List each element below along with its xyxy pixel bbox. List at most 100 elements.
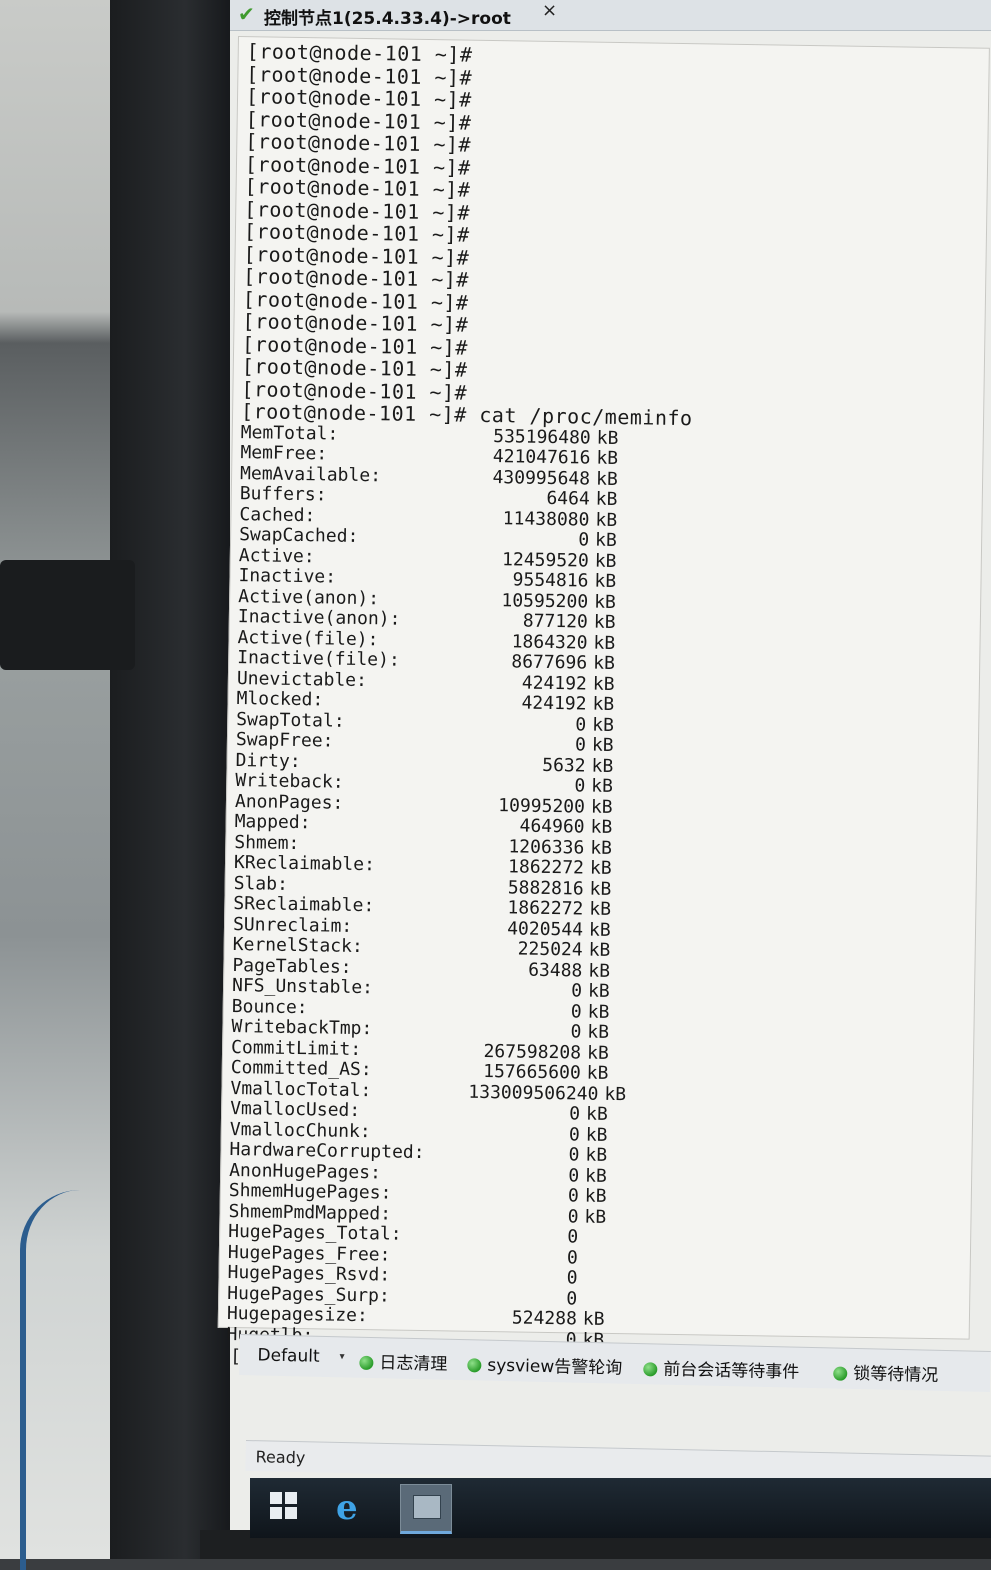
monitor-bezel (110, 0, 235, 1559)
meminfo-unit: kB (594, 550, 617, 572)
toolbar-button-session-wait[interactable]: 前台会话等待事件 (643, 1354, 800, 1383)
meminfo-unit: kB (592, 714, 615, 736)
meminfo-unit: kB (595, 488, 618, 511)
terminal-app-taskbar-icon[interactable] (400, 1484, 452, 1534)
meminfo-key: Mapped: (234, 811, 311, 834)
close-tab-icon[interactable]: × (542, 0, 557, 21)
meminfo-value: 11438080 (502, 507, 590, 531)
chevron-down-icon[interactable]: ▾ (339, 1351, 344, 1362)
cable (20, 1190, 86, 1570)
meminfo-value: 0 (574, 734, 587, 756)
meminfo-unit: kB (590, 796, 613, 818)
meminfo-value: 1862272 (507, 897, 584, 920)
meminfo-unit: kB (592, 693, 615, 715)
meminfo-unit: kB (588, 960, 611, 982)
meminfo-unit: kB (593, 632, 616, 654)
meminfo-value: 0 (578, 529, 590, 551)
internet-explorer-icon[interactable]: e (336, 1488, 358, 1528)
meminfo-key: SwapCached: (239, 524, 359, 547)
meminfo-key: MemAvailable: (239, 462, 382, 486)
meminfo-key: AnonPages: (234, 790, 344, 814)
meminfo-unit: kB (594, 529, 617, 552)
meminfo-value: 10595200 (501, 589, 589, 613)
meminfo-key: Writeback: (235, 770, 344, 793)
meminfo-key: NFS_Unstable: (231, 975, 374, 999)
meminfo-value: 877120 (522, 610, 589, 633)
meminfo-key: SUnreclaim: (232, 913, 353, 937)
meminfo-value: 424192 (521, 672, 588, 695)
meminfo-key: MemFree: (240, 442, 328, 465)
meminfo-value: 430995648 (492, 466, 591, 490)
meminfo-key: Unevictable: (236, 667, 368, 691)
meminfo-value: 0 (568, 1123, 580, 1146)
meminfo-value: 12459520 (501, 548, 589, 572)
green-dot-icon (467, 1358, 482, 1373)
meminfo-value: 6464 (546, 487, 590, 510)
meminfo-unit: kB (587, 1001, 610, 1023)
quick-command-toolbar: Default ▾ 日志清理 sysview告警轮询 前台会话等待事件 锁等待情… (239, 1334, 991, 1393)
meminfo-unit: kB (593, 591, 617, 613)
window-titlebar: ✔ 控制节点1(25.4.33.4)->root × (230, 0, 991, 31)
meminfo-value: 0 (570, 1000, 582, 1023)
meminfo-unit: kB (593, 611, 616, 634)
meminfo-unit: kB (588, 919, 611, 941)
meminfo-value: 9554816 (512, 569, 589, 592)
meminfo-key: Active: (238, 544, 315, 567)
meminfo-unit: kB (604, 1083, 627, 1105)
meminfo-key: VmallocUsed: (229, 1098, 361, 1122)
meminfo-key: Dirty: (235, 749, 301, 772)
green-dot-icon (359, 1355, 374, 1371)
meminfo-value: 0 (575, 713, 587, 736)
meminfo-unit: kB (586, 1062, 609, 1084)
meminfo-key: Mlocked: (236, 688, 324, 711)
meminfo-key: SwapTotal: (236, 708, 345, 732)
toolbar-button-sysview-alarm[interactable]: sysview告警轮询 (467, 1350, 622, 1379)
meminfo-key: Buffers: (239, 483, 327, 506)
meminfo-unit: kB (594, 570, 617, 593)
toolbar-button-log-cleanup[interactable]: 日志清理 (359, 1348, 448, 1375)
meminfo-value: 157665600 (483, 1060, 581, 1084)
meminfo-value: 8677696 (511, 651, 588, 674)
meminfo-key: Committed_AS: (230, 1057, 372, 1081)
meminfo-value: 535196480 (493, 425, 591, 449)
meminfo-value: 424192 (521, 692, 587, 715)
connected-check-icon: ✔ (238, 2, 255, 26)
meminfo-value: 0 (568, 1164, 580, 1186)
toolbar-button-lock-wait[interactable]: 锁等待情况 (833, 1358, 939, 1386)
meminfo-value: 1864320 (511, 630, 588, 654)
screen: ✔ 控制节点1(25.4.33.4)->root × [root@node-10… (217, 0, 991, 1538)
meminfo-unit: kB (582, 1308, 605, 1330)
meminfo-unit: kB (584, 1206, 607, 1228)
meminfo-key: MemTotal: (240, 421, 339, 445)
meminfo-value: 524288 (511, 1307, 578, 1330)
profile-select[interactable]: Default (257, 1345, 320, 1366)
window-title: 控制节点1(25.4.33.4)->root (264, 9, 511, 29)
meminfo-unit: kB (586, 1042, 609, 1064)
meminfo-unit: kB (595, 509, 618, 531)
meminfo-key: SReclaimable: (233, 893, 375, 917)
meminfo-value: 267598208 (483, 1040, 582, 1064)
meminfo-value: 63488 (528, 959, 583, 982)
meminfo-key: KernelStack: (232, 934, 363, 958)
meminfo-unit: kB (584, 1185, 607, 1207)
meminfo-key: VmallocTotal: (230, 1077, 372, 1101)
meminfo-value: 1206336 (508, 835, 585, 859)
meminfo-key: Bounce: (231, 995, 308, 1018)
meminfo-unit: kB (585, 1124, 608, 1146)
meminfo-unit: kB (596, 447, 619, 470)
meminfo-value: 4020544 (506, 917, 584, 941)
meminfo-value: 0 (566, 1287, 578, 1309)
meminfo-value: 133009506240 (468, 1081, 599, 1105)
windows-start-icon[interactable] (270, 1492, 298, 1520)
meminfo-value: 10995200 (498, 794, 586, 818)
meminfo-key: Shmem: (234, 831, 300, 854)
meminfo-value: 1862272 (507, 856, 585, 879)
meminfo-unit: kB (592, 673, 615, 695)
meminfo-value: 0 (566, 1246, 579, 1268)
terminal[interactable]: [root@node-101 ~]# [root@node-101 ~]# [roo… (217, 36, 990, 1370)
meminfo-key: Cached: (239, 503, 316, 526)
meminfo-unit: kB (595, 468, 618, 490)
meminfo-value: 0 (567, 1226, 579, 1248)
meminfo-key: Inactive: (238, 565, 337, 588)
meminfo-unit: kB (590, 816, 613, 838)
